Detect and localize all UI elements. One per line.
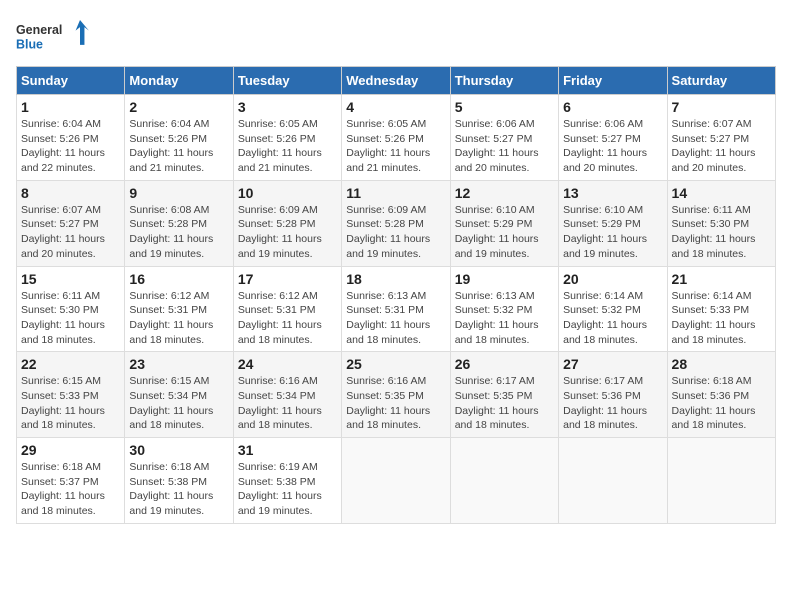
day-header-sunday: Sunday [17,67,125,95]
table-row: 16Sunrise: 6:12 AMSunset: 5:31 PMDayligh… [125,266,233,352]
table-row: 22Sunrise: 6:15 AMSunset: 5:33 PMDayligh… [17,352,125,438]
table-row: 5Sunrise: 6:06 AMSunset: 5:27 PMDaylight… [450,95,558,181]
week-row: 15Sunrise: 6:11 AMSunset: 5:30 PMDayligh… [17,266,776,352]
week-row: 29Sunrise: 6:18 AMSunset: 5:37 PMDayligh… [17,438,776,524]
table-row [342,438,450,524]
table-row: 25Sunrise: 6:16 AMSunset: 5:35 PMDayligh… [342,352,450,438]
day-header-monday: Monday [125,67,233,95]
svg-text:General: General [16,23,62,37]
day-header-wednesday: Wednesday [342,67,450,95]
table-row: 19Sunrise: 6:13 AMSunset: 5:32 PMDayligh… [450,266,558,352]
week-row: 1Sunrise: 6:04 AMSunset: 5:26 PMDaylight… [17,95,776,181]
table-row: 14Sunrise: 6:11 AMSunset: 5:30 PMDayligh… [667,180,775,266]
day-header-friday: Friday [559,67,667,95]
week-row: 8Sunrise: 6:07 AMSunset: 5:27 PMDaylight… [17,180,776,266]
table-row: 12Sunrise: 6:10 AMSunset: 5:29 PMDayligh… [450,180,558,266]
page-header: General Blue [16,16,776,56]
table-row: 8Sunrise: 6:07 AMSunset: 5:27 PMDaylight… [17,180,125,266]
header-row: SundayMondayTuesdayWednesdayThursdayFrid… [17,67,776,95]
table-row: 15Sunrise: 6:11 AMSunset: 5:30 PMDayligh… [17,266,125,352]
table-row: 2Sunrise: 6:04 AMSunset: 5:26 PMDaylight… [125,95,233,181]
day-header-saturday: Saturday [667,67,775,95]
table-row: 27Sunrise: 6:17 AMSunset: 5:36 PMDayligh… [559,352,667,438]
table-row: 13Sunrise: 6:10 AMSunset: 5:29 PMDayligh… [559,180,667,266]
table-row: 1Sunrise: 6:04 AMSunset: 5:26 PMDaylight… [17,95,125,181]
table-row [559,438,667,524]
day-header-thursday: Thursday [450,67,558,95]
day-header-tuesday: Tuesday [233,67,341,95]
table-row: 7Sunrise: 6:07 AMSunset: 5:27 PMDaylight… [667,95,775,181]
logo: General Blue [16,16,96,56]
table-row: 11Sunrise: 6:09 AMSunset: 5:28 PMDayligh… [342,180,450,266]
calendar-table: SundayMondayTuesdayWednesdayThursdayFrid… [16,66,776,524]
table-row: 23Sunrise: 6:15 AMSunset: 5:34 PMDayligh… [125,352,233,438]
table-row: 21Sunrise: 6:14 AMSunset: 5:33 PMDayligh… [667,266,775,352]
table-row: 24Sunrise: 6:16 AMSunset: 5:34 PMDayligh… [233,352,341,438]
table-row: 4Sunrise: 6:05 AMSunset: 5:26 PMDaylight… [342,95,450,181]
table-row: 6Sunrise: 6:06 AMSunset: 5:27 PMDaylight… [559,95,667,181]
table-row: 18Sunrise: 6:13 AMSunset: 5:31 PMDayligh… [342,266,450,352]
table-row: 17Sunrise: 6:12 AMSunset: 5:31 PMDayligh… [233,266,341,352]
logo-icon: General Blue [16,16,96,56]
table-row: 30Sunrise: 6:18 AMSunset: 5:38 PMDayligh… [125,438,233,524]
table-row: 20Sunrise: 6:14 AMSunset: 5:32 PMDayligh… [559,266,667,352]
week-row: 22Sunrise: 6:15 AMSunset: 5:33 PMDayligh… [17,352,776,438]
table-row: 31Sunrise: 6:19 AMSunset: 5:38 PMDayligh… [233,438,341,524]
table-row: 3Sunrise: 6:05 AMSunset: 5:26 PMDaylight… [233,95,341,181]
table-row: 10Sunrise: 6:09 AMSunset: 5:28 PMDayligh… [233,180,341,266]
table-row: 29Sunrise: 6:18 AMSunset: 5:37 PMDayligh… [17,438,125,524]
table-row: 26Sunrise: 6:17 AMSunset: 5:35 PMDayligh… [450,352,558,438]
table-row: 28Sunrise: 6:18 AMSunset: 5:36 PMDayligh… [667,352,775,438]
table-row: 9Sunrise: 6:08 AMSunset: 5:28 PMDaylight… [125,180,233,266]
svg-text:Blue: Blue [16,37,43,51]
table-row [450,438,558,524]
table-row [667,438,775,524]
